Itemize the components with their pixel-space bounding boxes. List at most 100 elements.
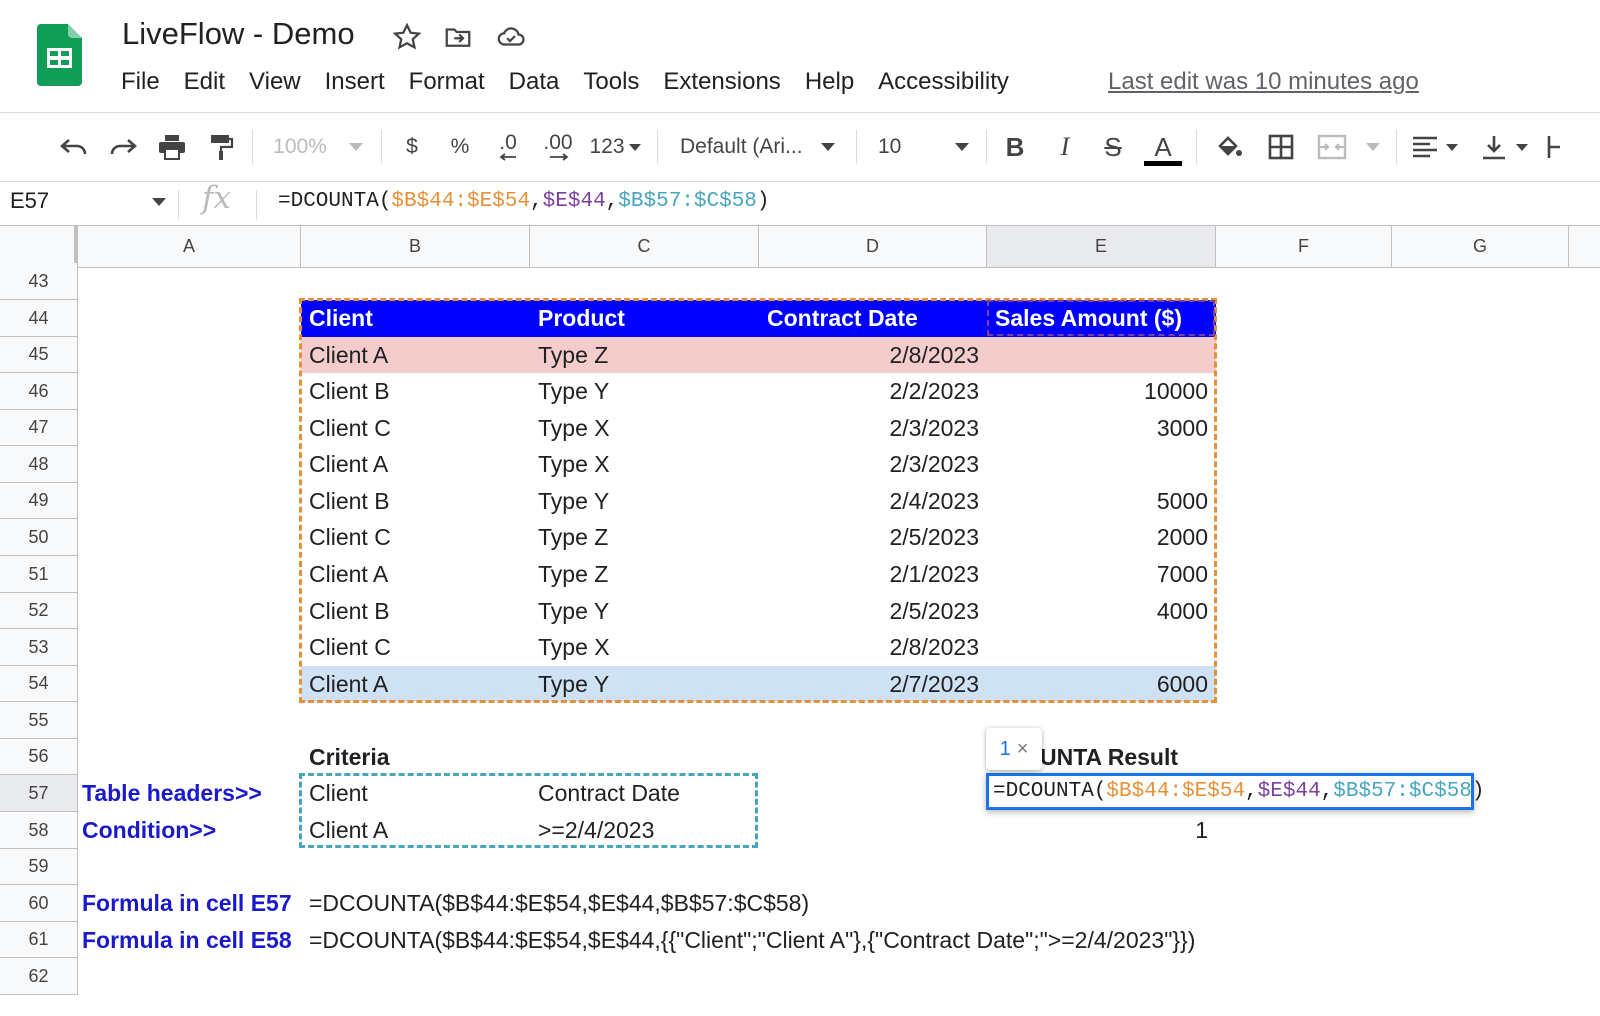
column-header-f[interactable]: F — [1216, 226, 1392, 268]
menu-tools[interactable]: Tools — [583, 68, 639, 96]
formula-text-e57[interactable]: =DCOUNTA($B$44:$E$54,$E$44,$B$57:$C$58) — [301, 885, 1201, 922]
paint-format-button[interactable] — [203, 130, 239, 164]
menu-format[interactable]: Format — [409, 68, 485, 96]
toolbar-separator — [1196, 130, 1197, 164]
formula-text-e58[interactable]: =DCOUNTA($B$44:$E$54,$E$44,{{"Client";"C… — [301, 922, 1221, 958]
row-header-55[interactable]: 55 — [0, 702, 78, 739]
column-header-a[interactable]: A — [78, 226, 301, 268]
borders-button[interactable] — [1264, 130, 1298, 164]
percent-button[interactable]: % — [446, 130, 474, 164]
row-header-51[interactable]: 51 — [0, 556, 78, 593]
font-size-select[interactable]: 10 — [878, 130, 974, 164]
column-header-b[interactable]: B — [301, 226, 530, 268]
column-header-d[interactable]: D — [759, 226, 987, 268]
menu-view[interactable]: View — [249, 68, 301, 96]
row-header-56[interactable]: 56 — [0, 739, 78, 775]
row-header-59[interactable]: 59 — [0, 849, 78, 885]
formula-comma: , — [530, 190, 543, 213]
row-header-44[interactable]: 44 — [0, 300, 78, 337]
cell-editor[interactable]: =DCOUNTA($B$44:$E$54, $E$44, $B$57:$C$58) — [986, 773, 1485, 810]
tooltip-number: 1 — [999, 737, 1011, 760]
column-header-h[interactable] — [1569, 226, 1600, 268]
row-header-47[interactable]: 47 — [0, 410, 78, 446]
sheets-logo-icon[interactable] — [37, 24, 82, 86]
row-header-61[interactable]: 61 — [0, 922, 78, 958]
row-header-53[interactable]: 53 — [0, 629, 78, 666]
menu-edit[interactable]: Edit — [184, 68, 225, 96]
menu-insert[interactable]: Insert — [325, 68, 385, 96]
chevron-down-icon — [820, 143, 835, 151]
menu-extensions[interactable]: Extensions — [663, 68, 780, 96]
label-formula-e57[interactable]: Formula in cell E57 — [82, 885, 301, 922]
menu-data[interactable]: Data — [509, 68, 560, 96]
formula-input[interactable]: =DCOUNTA($B$44:$E$54,$E$44,$B$57:$C$58) — [278, 190, 770, 213]
close-icon[interactable]: × — [1017, 738, 1029, 761]
zoom-value: 100% — [273, 135, 327, 158]
row-header-60[interactable]: 60 — [0, 885, 78, 922]
formula-range-criteria: $B$57:$C$58 — [618, 190, 757, 213]
increase-decimal-button[interactable]: .00 — [538, 130, 578, 164]
redo-icon — [110, 139, 137, 155]
menu-help[interactable]: Help — [805, 68, 854, 96]
row-header-62[interactable]: 62 — [0, 958, 78, 995]
column-header-g[interactable]: G — [1392, 226, 1569, 268]
row-header-49[interactable]: 49 — [0, 483, 78, 519]
formula-hint-tooltip[interactable]: 1 × — [986, 728, 1042, 770]
label-condition[interactable]: Condition>> — [82, 812, 301, 849]
currency-button[interactable]: $ — [398, 130, 426, 164]
name-box[interactable]: E57 — [10, 188, 49, 214]
editor-suffix: ) — [1471, 780, 1485, 803]
bold-button[interactable]: B — [1000, 130, 1030, 164]
menu-file[interactable]: File — [121, 68, 160, 96]
menu-accessibility[interactable]: Accessibility — [878, 68, 1009, 96]
row-header-43[interactable]: 43 — [0, 263, 78, 300]
row-header-54[interactable]: 54 — [0, 666, 78, 702]
more-formats-button[interactable]: 123 — [586, 130, 644, 164]
horizontal-align-button[interactable] — [1410, 130, 1466, 164]
font-family-select[interactable]: Default (Ari... — [680, 130, 840, 164]
row-header-58[interactable]: 58 — [0, 812, 78, 849]
name-box-dropdown-icon[interactable] — [152, 198, 166, 206]
toolbar-separator — [657, 130, 658, 164]
print-button[interactable] — [154, 130, 190, 164]
italic-button[interactable]: I — [1050, 130, 1080, 164]
column-header-e[interactable]: E — [987, 226, 1216, 268]
result-title[interactable]: UNTA Result — [1040, 739, 1216, 775]
row-header-46[interactable]: 46 — [0, 373, 78, 410]
row-header-50[interactable]: 50 — [0, 519, 78, 556]
row-header-52[interactable]: 52 — [0, 593, 78, 629]
vertical-align-button[interactable] — [1480, 130, 1536, 164]
select-all-corner[interactable] — [0, 226, 78, 268]
criteria-title[interactable]: Criteria — [301, 739, 530, 775]
label-formula-e58[interactable]: Formula in cell E58 — [82, 922, 301, 958]
formula-range-data: $B$44:$E$54 — [391, 190, 531, 213]
text-color-letter: A — [1154, 131, 1172, 162]
toolbar-separator — [381, 130, 382, 164]
borders-icon — [1268, 134, 1294, 160]
range-highlight-data — [299, 298, 1217, 703]
merge-cells-icon — [1317, 134, 1347, 160]
decrease-decimal-button[interactable]: .0 — [490, 130, 526, 164]
column-header-c[interactable]: C — [530, 226, 759, 268]
zoom-select[interactable]: 100% — [268, 130, 368, 164]
row-header-45[interactable]: 45 — [0, 337, 78, 373]
chevron-down-icon — [1516, 143, 1528, 151]
fill-color-button[interactable] — [1212, 130, 1246, 164]
move-folder-icon[interactable] — [443, 22, 473, 52]
formula-separator — [178, 190, 179, 220]
last-edit-link[interactable]: Last edit was 10 minutes ago — [1108, 68, 1419, 96]
undo-button[interactable] — [56, 130, 92, 164]
strikethrough-button[interactable]: S — [1098, 130, 1128, 164]
range-highlight-criteria — [299, 773, 758, 848]
document-title[interactable]: LiveFlow - Demo — [122, 16, 355, 52]
cloud-saved-icon[interactable] — [496, 22, 526, 52]
redo-button[interactable] — [105, 130, 141, 164]
row-header-57[interactable]: 57 — [0, 775, 78, 812]
text-wrap-button[interactable] — [1546, 130, 1570, 164]
star-icon[interactable] — [392, 22, 422, 52]
merge-cells-button[interactable] — [1316, 130, 1380, 164]
result-value-e58[interactable]: 1 — [987, 812, 1216, 849]
row-header-48[interactable]: 48 — [0, 446, 78, 483]
label-table-headers[interactable]: Table headers>> — [82, 775, 301, 812]
text-color-button[interactable]: A — [1144, 130, 1182, 168]
